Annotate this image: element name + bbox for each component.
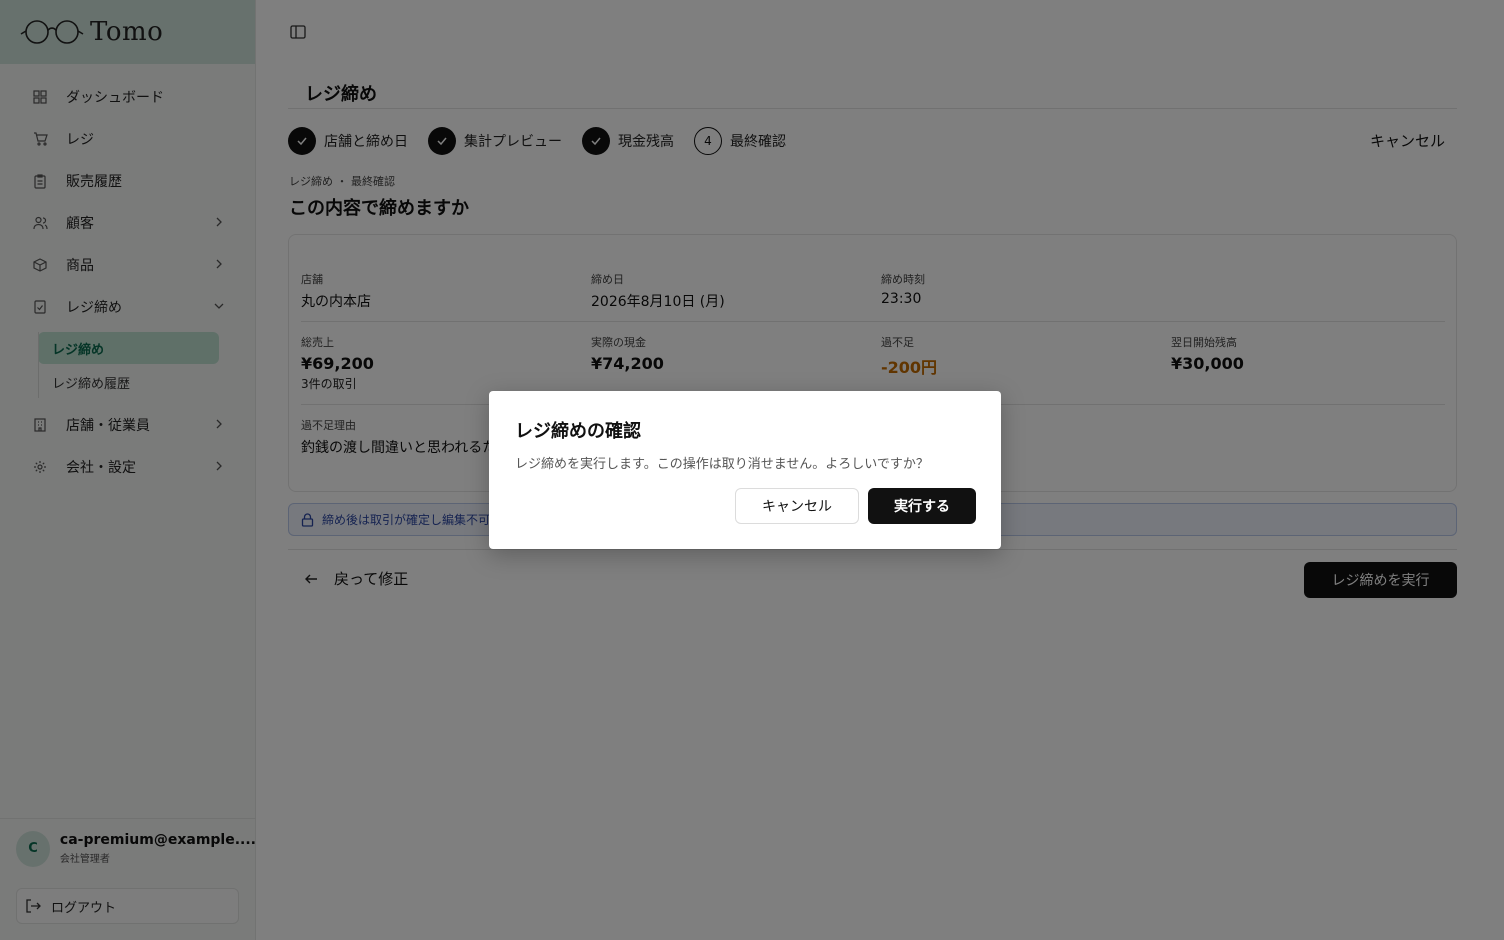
dialog-title: レジ締めの確認	[515, 421, 641, 442]
dialog-cancel-button[interactable]: キャンセル	[735, 488, 859, 524]
dialog-description: レジ締めを実行します。この操作は取り消せません。よろしいですか？	[515, 457, 929, 472]
dialog-confirm-button[interactable]: 実行する	[868, 488, 976, 524]
confirm-dialog: レジ締めの確認 レジ締めを実行します。この操作は取り消せません。よろしいですか？…	[489, 391, 1001, 549]
